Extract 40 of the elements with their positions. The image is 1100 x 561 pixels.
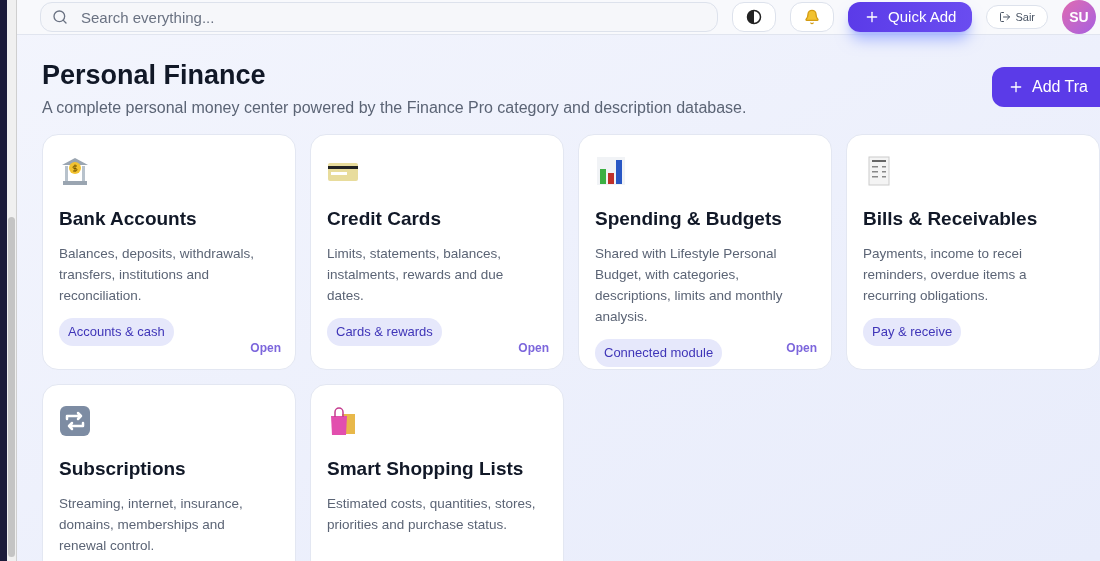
card-title: Bank Accounts: [59, 206, 198, 231]
card-title: Spending & Budgets: [595, 206, 783, 231]
card-description: Limits, statements, balances, instalments, rewards and due dates.: [327, 245, 505, 306]
module-card[interactable]: Credit Cards Limits, statements, balances, instalments, rewards and due dates. Cards & rewards Open: [310, 133, 564, 370]
theme-toggle-button[interactable]: [732, 2, 777, 32]
card-description: Estimated costs, quantities, stores, priorities and purchase status.: [327, 495, 537, 535]
open-link[interactable]: Open: [250, 338, 281, 357]
repeat-icon: [59, 404, 91, 437]
search-icon: [52, 9, 68, 25]
page-subtitle: A complete personal money center powered by the Finance Pro category and description database.: [42, 97, 747, 118]
add-transaction-button[interactable]: Add Tra: [991, 67, 1100, 107]
open-link[interactable]: Open: [518, 338, 549, 357]
module-card[interactable]: Subscriptions Streaming, internet, insurance, domains, memberships and renewal control.: [42, 383, 296, 561]
category-tag: Accounts & cash: [59, 318, 174, 346]
card-description: Shared with Lifestyle Personal Budget, with categories, descriptions, limits and monthly analysis.: [595, 245, 784, 327]
card-description: Payments, income to recei reminders, overdue items a recurring obligations.: [863, 245, 1028, 306]
bar-chart-icon: [595, 154, 627, 187]
card-description: Streaming, internet, insurance, domains, memberships and renewal control.: [59, 495, 244, 556]
module-card[interactable]: Bank Accounts Balances, deposits, withdrawals, transfers, institutions and reconciliation. Accounts & cash Open: [42, 133, 296, 370]
category-tag: Pay & receive: [863, 318, 962, 346]
contrast-icon: [746, 9, 763, 25]
module-card[interactable]: Spending & Budgets Shared with Lifestyle Personal Budget, with categories, descriptions, limits and monthly analysis. Connected module Open: [578, 133, 832, 370]
logout-icon: [999, 11, 1012, 23]
notifications-button[interactable]: [790, 2, 835, 32]
card-title: Smart Shopping Lists: [327, 456, 525, 481]
bell-icon: [804, 9, 821, 25]
card-title: Subscriptions: [59, 456, 187, 481]
page-title: Personal Finance: [42, 59, 267, 92]
card-title: Credit Cards: [327, 206, 443, 231]
module-card[interactable]: Bills & Receivables Payments, income to recei reminders, overdue items a recurring obligations. Pay & receive: [846, 133, 1100, 370]
card-description: Balances, deposits, withdrawals, transfers, institutions and reconciliation.: [59, 245, 256, 306]
scrollbar-thumb[interactable]: [7, 217, 15, 557]
category-tag: Connected module: [595, 339, 723, 367]
category-tag: Cards & rewards: [327, 318, 442, 346]
card-title: Bills & Receivables: [863, 206, 1039, 231]
search-field[interactable]: Search everything...: [40, 2, 719, 32]
logout-button[interactable]: Sair: [986, 5, 1048, 29]
open-link[interactable]: Open: [786, 338, 817, 357]
quick-add-button[interactable]: Quick Add: [848, 2, 973, 32]
module-card[interactable]: Smart Shopping Lists Estimated costs, quantities, stores, priorities and purchase status.: [310, 383, 564, 561]
